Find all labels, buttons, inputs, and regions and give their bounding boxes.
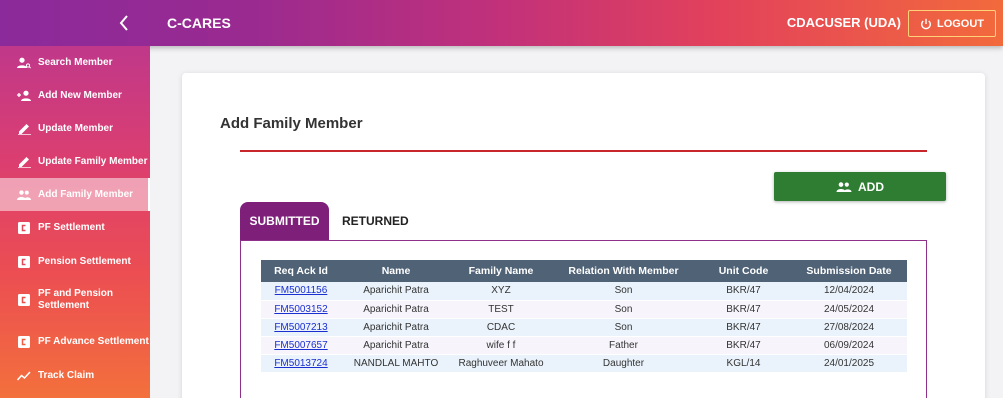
sidebar-item-label: Add Family Member	[38, 188, 134, 200]
sidebar-item-update-member[interactable]: Update Member	[0, 112, 150, 145]
name-cell: Aparichit Patra	[341, 318, 451, 337]
person-add-icon	[17, 89, 31, 103]
column-header-family-name[interactable]: Family Name	[451, 260, 551, 282]
column-header-unit-code[interactable]: Unit Code	[696, 260, 791, 282]
add-button[interactable]: ADD	[774, 172, 946, 201]
name-cell: Aparichit Patra	[341, 282, 451, 301]
chevron-left-icon	[119, 15, 128, 31]
sidebar-item-search-member[interactable]: Search Member	[0, 46, 150, 79]
document-icon	[17, 335, 31, 349]
sidebar-item-label: PF Settlement	[38, 221, 105, 233]
unit-code-cell: BKR/47	[696, 336, 791, 355]
table-row: FM5007213 Aparichit Patra CDAC Son BKR/4…	[261, 318, 907, 337]
req-ack-id-cell: FM5001156	[261, 282, 341, 301]
edit-icon	[17, 122, 31, 136]
unit-code-cell: BKR/47	[696, 300, 791, 319]
top-bar: C-CARES CDACUSER (UDA) LOGOUT	[0, 0, 1003, 46]
unit-code-cell: BKR/47	[696, 318, 791, 337]
submission-date-cell: 06/09/2024	[791, 336, 907, 355]
sidebar-item-pf-settlement[interactable]: PF Settlement	[0, 211, 150, 244]
app-title: C-CARES	[167, 15, 231, 31]
relation-cell: Son	[551, 318, 696, 337]
sidebar-item-add-family-member[interactable]: Add Family Member	[0, 178, 150, 211]
column-header-name[interactable]: Name	[341, 260, 451, 282]
user-name: CDACUSER (UDA)	[786, 15, 901, 30]
sidebar-item-pf-and-pension-settlement[interactable]: PF and Pension Settlement	[0, 278, 150, 322]
submission-date-cell: 27/08/2024	[791, 318, 907, 337]
relation-cell: Son	[551, 300, 696, 319]
req-ack-id-link[interactable]: FM5007213	[274, 322, 327, 333]
tab-label: SUBMITTED	[249, 214, 320, 228]
logout-button[interactable]: LOGOUT	[908, 10, 996, 37]
title-divider	[240, 150, 927, 152]
sidebar-item-label: Search Member	[38, 56, 113, 68]
req-ack-id-cell: FM5007657	[261, 336, 341, 355]
document-icon	[17, 293, 31, 307]
req-ack-id-cell: FM5007213	[261, 318, 341, 337]
page-title: Add Family Member	[220, 115, 363, 132]
req-ack-id-link[interactable]: FM5001156	[275, 285, 328, 296]
tab-returned[interactable]: RETURNED	[342, 202, 409, 240]
table-row: FM5007657 Aparichit Patra wife f f Fathe…	[261, 336, 907, 355]
family-name-cell: wife f f	[451, 336, 551, 355]
family-name-cell: TEST	[451, 300, 551, 319]
family-name-cell: Raghuveer Mahato	[451, 354, 551, 373]
person-search-icon	[17, 56, 31, 70]
sidebar-item-label-line1: PF and Pension	[38, 288, 114, 299]
edit-icon	[17, 155, 31, 169]
req-ack-id-cell: FM5003152	[261, 300, 341, 319]
name-cell: NANDLAL MAHTO	[341, 354, 451, 373]
add-button-label: ADD	[858, 179, 884, 194]
table-row: FM5001156 Aparichit Patra XYZ Son BKR/47…	[261, 282, 907, 301]
group-icon	[17, 188, 31, 202]
relation-cell: Father	[551, 336, 696, 355]
sidebar-collapse-button[interactable]	[0, 0, 150, 46]
submission-date-cell: 24/05/2024	[791, 300, 907, 319]
table-header-row: Req Ack Id Name Family Name Relation Wit…	[261, 260, 907, 282]
column-header-req-ack-id[interactable]: Req Ack Id	[261, 260, 341, 282]
sidebar-item-label: PF and Pension Settlement	[38, 288, 113, 312]
sidebar-item-add-new-member[interactable]: Add New Member	[0, 79, 150, 112]
relation-cell: Daughter	[551, 354, 696, 373]
unit-code-cell: BKR/47	[696, 282, 791, 301]
tab-label: RETURNED	[342, 214, 409, 228]
sidebar-item-update-family-member[interactable]: Update Family Member	[0, 145, 150, 178]
req-ack-id-link[interactable]: FM5007657	[274, 340, 327, 351]
tab-submitted[interactable]: SUBMITTED	[240, 202, 329, 240]
submission-date-cell: 12/04/2024	[791, 282, 907, 301]
req-ack-id-link[interactable]: FM5013724	[274, 358, 327, 369]
family-name-cell: CDAC	[451, 318, 551, 337]
name-cell: Aparichit Patra	[341, 300, 451, 319]
table-row: FM5003152 Aparichit Patra TEST Son BKR/4…	[261, 300, 907, 319]
group-add-icon	[836, 181, 852, 192]
name-cell: Aparichit Patra	[341, 336, 451, 355]
submitted-table: Req Ack Id Name Family Name Relation Wit…	[261, 260, 907, 373]
document-icon	[17, 255, 31, 269]
sidebar-item-pf-advance-settlement[interactable]: PF Advance Settlement	[0, 325, 150, 358]
table-row: FM5013724 NANDLAL MAHTO Raghuveer Mahato…	[261, 354, 907, 373]
sidebar-item-track-claim[interactable]: Track Claim	[0, 359, 150, 392]
relation-cell: Son	[551, 282, 696, 301]
sidebar-item-label: Update Member	[38, 122, 114, 134]
sidebar-item-label: Update Family Member	[38, 155, 148, 167]
trend-icon	[17, 369, 31, 383]
sidebar-item-label: PF Advance Settlement	[38, 335, 149, 347]
logout-label: LOGOUT	[936, 17, 985, 30]
column-header-submission-date[interactable]: Submission Date	[791, 260, 907, 282]
sidebar-item-label-line2: Settlement	[38, 300, 90, 311]
document-icon	[17, 221, 31, 235]
family-name-cell: XYZ	[451, 282, 551, 301]
submission-date-cell: 24/01/2025	[791, 354, 907, 373]
sidebar-item-label: Track Claim	[38, 369, 95, 381]
req-ack-id-cell: FM5013724	[261, 354, 341, 373]
sidebar-item-pension-settlement[interactable]: Pension Settlement	[0, 245, 150, 278]
power-icon	[920, 18, 931, 29]
sidebar-item-label: Pension Settlement	[38, 255, 131, 267]
sidebar-item-label: Add New Member	[38, 89, 122, 101]
req-ack-id-link[interactable]: FM5003152	[274, 304, 327, 315]
column-header-relation[interactable]: Relation With Member	[551, 260, 696, 282]
unit-code-cell: KGL/14	[696, 354, 791, 373]
